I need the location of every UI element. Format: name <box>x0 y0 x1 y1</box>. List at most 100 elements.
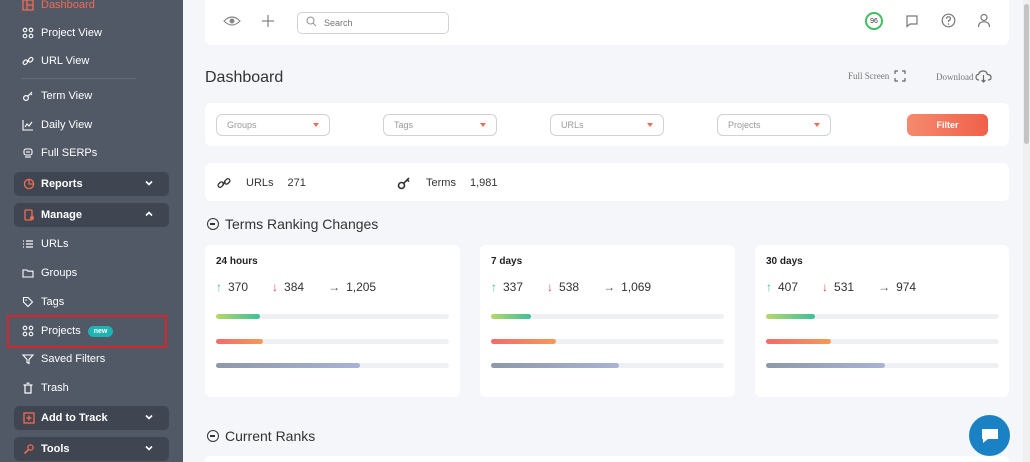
score-badge[interactable]: 96 <box>865 12 883 30</box>
arrow-down-icon: ↓ <box>547 280 554 294</box>
project-nodes-icon <box>21 26 35 40</box>
up-bar <box>766 314 999 319</box>
chevron-down-icon <box>144 412 154 425</box>
sidebar-item-label: URL View <box>41 55 90 67</box>
up-count: 370 <box>228 280 249 294</box>
sidebar-item-full-serps[interactable]: Full SERPs <box>0 141 183 165</box>
same-bar <box>491 363 724 368</box>
terms-stat-label: Terms <box>426 177 456 189</box>
up-count: 337 <box>503 280 524 294</box>
download-button[interactable]: Download <box>936 70 992 83</box>
full-screen-button[interactable]: Full Screen <box>848 70 906 82</box>
collapse-icon <box>207 430 219 442</box>
sidebar-item-trash[interactable]: Trash <box>0 376 183 400</box>
urls-select[interactable]: URLs <box>550 114 664 136</box>
line-chart-icon <box>21 118 35 132</box>
user-icon[interactable] <box>977 13 991 28</box>
sidebar-group-manage[interactable]: Manage <box>14 203 169 227</box>
download-label: Download <box>936 71 974 82</box>
up-bar-fill <box>216 314 261 319</box>
sidebar-item-term-view[interactable]: Term View <box>0 84 183 108</box>
chevron-down-icon <box>144 178 154 191</box>
section-title-label: Terms Ranking Changes <box>225 216 379 232</box>
urls-stat: URLs 271 <box>217 176 306 190</box>
full-screen-label: Full Screen <box>848 71 890 81</box>
serp-robot-icon <box>21 146 35 160</box>
sidebar-item-urls[interactable]: URLs <box>0 232 183 256</box>
down-bar <box>216 339 449 344</box>
sidebar-group-add-to-track[interactable]: Add to Track <box>14 406 169 430</box>
sidebar-item-tags[interactable]: Tags <box>0 290 183 314</box>
down-bar <box>491 339 724 344</box>
sidebar-group-tools[interactable]: Tools <box>14 437 169 461</box>
scrollbar-thumb[interactable] <box>1024 4 1029 144</box>
page-title: Dashboard <box>205 69 284 86</box>
plus-square-icon <box>22 412 35 425</box>
section-title-label: Current Ranks <box>225 428 316 444</box>
card-numbers: ↑ 337 ↓ 538 → 1,069 <box>491 280 655 294</box>
down-bar-fill <box>766 339 832 344</box>
down-bar <box>766 339 999 344</box>
arrow-right-icon: → <box>603 280 616 294</box>
message-icon[interactable] <box>905 14 919 28</box>
manage-doc-icon <box>22 209 35 222</box>
arrow-up-icon: ↑ <box>491 280 497 294</box>
search-icon <box>306 14 317 32</box>
arrow-up-icon: ↑ <box>766 280 772 294</box>
sidebar-group-reports[interactable]: Reports <box>14 172 169 196</box>
folder-icon <box>21 266 35 280</box>
chevron-up-icon <box>144 209 154 222</box>
projects-select[interactable]: Projects <box>717 114 831 136</box>
tags-select[interactable]: Tags <box>383 114 497 136</box>
current-ranks-card <box>205 456 1009 462</box>
card-numbers: ↑ 370 ↓ 384 → 1,205 <box>216 280 380 294</box>
same-bar <box>766 363 999 368</box>
caret-down-icon <box>814 123 820 127</box>
sidebar-item-saved-filters[interactable]: Saved Filters <box>0 347 183 371</box>
same-bar-fill <box>766 363 885 368</box>
terms-stat: Terms 1,981 <box>397 176 497 190</box>
help-icon[interactable] <box>941 13 956 28</box>
sidebar-item-project-view[interactable]: Project View <box>0 21 183 45</box>
sidebar-item-label: URLs <box>41 238 69 250</box>
ranking-card-24h: 24 hours ↑ 370 ↓ 384 → 1,205 <box>205 245 460 397</box>
ranking-card-30d: 30 days ↑ 407 ↓ 531 → 974 <box>755 245 1009 397</box>
terms-stat-value: 1,981 <box>469 177 498 189</box>
chat-button[interactable] <box>969 415 1010 456</box>
sidebar: Dashboard Project View URL View Term Vie… <box>0 0 183 462</box>
key-icon <box>21 89 35 103</box>
sidebar-item-groups[interactable]: Groups <box>0 261 183 285</box>
plus-icon[interactable] <box>261 14 275 28</box>
up-bar-fill <box>491 314 531 319</box>
sidebar-item-label: Trash <box>41 382 69 394</box>
caret-down-icon <box>647 123 653 127</box>
current-ranks-section-title[interactable]: Current Ranks <box>207 428 315 444</box>
sidebar-item-url-view[interactable]: URL View <box>0 49 183 73</box>
dashboard-icon <box>21 0 35 12</box>
eye-icon[interactable] <box>223 14 241 28</box>
sidebar-item-dashboard[interactable]: Dashboard <box>0 0 183 17</box>
sidebar-item-daily-view[interactable]: Daily View <box>0 113 183 137</box>
filter-button[interactable]: Filter <box>907 114 988 136</box>
urls-stat-label: URLs <box>246 177 274 189</box>
down-count: 531 <box>834 280 855 294</box>
search-box[interactable] <box>297 12 449 34</box>
groups-select[interactable]: Groups <box>216 114 330 136</box>
pie-chart-icon <box>22 178 35 191</box>
same-count: 1,205 <box>346 280 377 294</box>
tag-icon <box>21 295 35 309</box>
chat-bubble-icon <box>980 427 1000 445</box>
ranking-card-7d: 7 days ↑ 337 ↓ 538 → 1,069 <box>480 245 735 397</box>
down-count: 538 <box>559 280 580 294</box>
filter-bar: Groups Tags URLs Projects Filter <box>205 103 1009 146</box>
stats-strip: URLs 271 Terms 1,981 <box>205 163 1009 201</box>
key-icon <box>397 176 411 190</box>
sidebar-item-label: Tags <box>41 296 65 308</box>
search-input[interactable] <box>324 18 434 28</box>
urls-select-label: URLs <box>561 120 584 130</box>
terms-ranking-section-title[interactable]: Terms Ranking Changes <box>207 216 378 232</box>
down-bar-fill <box>491 339 557 344</box>
page-scrollbar[interactable] <box>1023 0 1030 462</box>
up-bar <box>216 314 449 319</box>
tags-select-label: Tags <box>394 120 414 130</box>
